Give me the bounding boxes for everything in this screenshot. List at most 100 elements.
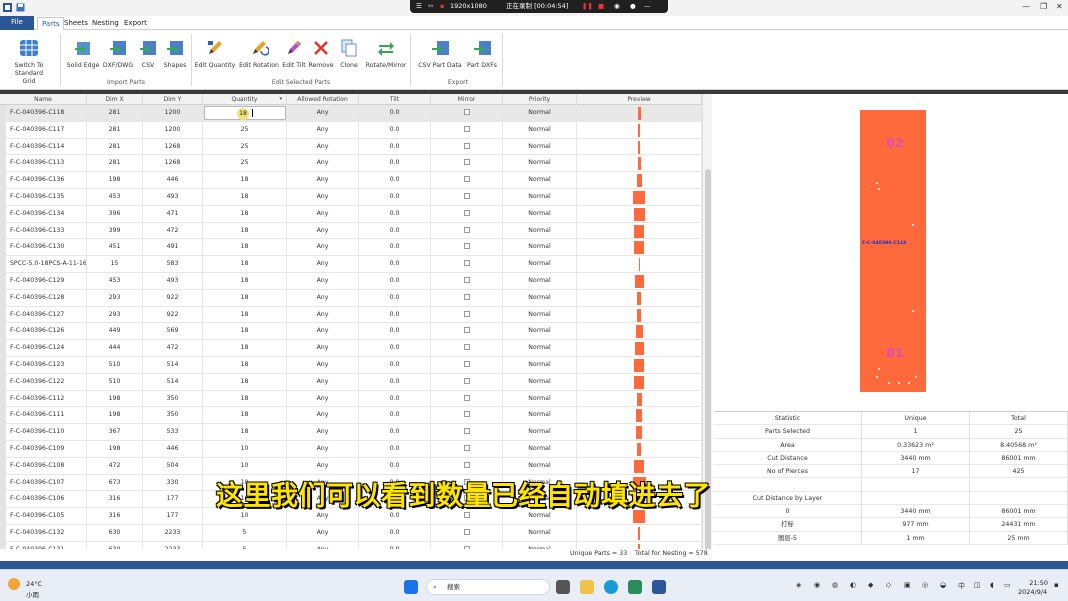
mirror-checkbox[interactable] xyxy=(463,344,470,351)
cell-rotation[interactable]: Any xyxy=(287,273,359,290)
export-csv-part-data-button[interactable]: CSV Part Data xyxy=(418,38,462,69)
cell-dimy[interactable]: 583 xyxy=(143,256,203,273)
mirror-checkbox[interactable] xyxy=(463,411,470,418)
record-settings-icon[interactable]: ● xyxy=(630,0,636,13)
tab-export[interactable]: Export xyxy=(120,17,151,30)
cell-priority[interactable]: Normal xyxy=(503,525,577,542)
cell-preview[interactable] xyxy=(577,273,702,290)
col-allowed-rotation[interactable]: Allowed Rotation xyxy=(287,94,359,105)
cell-dimy[interactable]: 472 xyxy=(143,340,203,357)
cell-preview[interactable] xyxy=(577,256,702,273)
col-tilt[interactable]: Tilt xyxy=(359,94,431,105)
cell-mirror[interactable] xyxy=(431,205,503,223)
cell-tilt[interactable]: 0.0 xyxy=(359,189,431,206)
cell-preview[interactable] xyxy=(577,222,702,240)
mirror-checkbox[interactable] xyxy=(463,461,470,468)
cell-quantity[interactable]: 18 xyxy=(203,424,287,441)
cell-tilt[interactable]: 0.0 xyxy=(359,172,431,189)
cell-dimx[interactable]: 630 xyxy=(87,525,143,542)
mirror-checkbox[interactable] xyxy=(463,142,470,149)
cell-mirror[interactable] xyxy=(431,189,503,206)
col-dimy[interactable]: Dim Y xyxy=(143,94,203,105)
cell-rotation[interactable]: Any xyxy=(287,541,359,549)
table-row[interactable]: SPCC-5.0-18PCS-A-11-16 15 583 18 Any 0.0 Norma… xyxy=(0,256,702,273)
cell-rotation[interactable]: Any xyxy=(287,373,359,391)
cell-mirror[interactable] xyxy=(431,407,503,425)
table-row[interactable]: F-C-040396-C129 453 493 18 Any 0.0 Normal xyxy=(0,273,702,290)
cell-name[interactable]: F-C-040396-C124 xyxy=(0,340,87,357)
import-shapes-button[interactable]: Shapes xyxy=(161,38,189,69)
language-indicator[interactable]: 中 xyxy=(958,581,965,591)
cell-dimy[interactable]: 493 xyxy=(143,273,203,290)
table-row[interactable]: F-C-040396-C132 630 2233 5 Any 0.0 Normal xyxy=(0,525,702,542)
tray-icon[interactable]: ◐ xyxy=(850,581,856,589)
save-icon[interactable] xyxy=(16,3,25,12)
cell-dimx[interactable]: 15 xyxy=(87,256,143,273)
cell-tilt[interactable]: 0.0 xyxy=(359,541,431,549)
cell-quantity[interactable]: 18 xyxy=(203,390,287,408)
col-priority[interactable]: Priority xyxy=(503,94,577,105)
cell-dimx[interactable]: 453 xyxy=(87,273,143,290)
mirror-checkbox[interactable] xyxy=(463,361,470,367)
mirror-checkbox[interactable] xyxy=(463,277,470,283)
cell-quantity[interactable]: 18 xyxy=(203,256,287,273)
table-row[interactable]: F-C-040396-C128 293 922 18 Any 0.0 Normal xyxy=(0,289,702,307)
tray-icon[interactable]: ▣ xyxy=(904,581,911,589)
table-row[interactable]: F-C-040396-C117 281 1200 25 Any 0.0 Normal xyxy=(0,121,702,139)
mirror-checkbox[interactable] xyxy=(463,293,470,300)
cell-name[interactable]: F-C-040396-C107 xyxy=(0,474,87,492)
table-row[interactable]: F-C-040396-C126 449 569 18 Any 0.0 Normal xyxy=(0,323,702,341)
cell-mirror[interactable] xyxy=(431,256,503,273)
cell-name[interactable]: F-C-040396-C133 xyxy=(0,222,87,240)
taskbar-search[interactable]: ⌕ 搜索 xyxy=(426,579,550,595)
cell-dimy[interactable]: 446 xyxy=(143,441,203,458)
battery-icon[interactable]: ▭ xyxy=(1004,581,1011,589)
cell-dimx[interactable]: 281 xyxy=(87,105,143,122)
edit-quantity-button[interactable]: Edit Quantity xyxy=(194,38,236,69)
table-row[interactable]: F-C-040396-C112 198 350 18 Any 0.0 Normal xyxy=(0,390,702,408)
cell-mirror[interactable] xyxy=(431,289,503,307)
cell-mirror[interactable] xyxy=(431,323,503,341)
cell-quantity[interactable]: 18 xyxy=(203,172,287,189)
cell-mirror[interactable] xyxy=(431,340,503,357)
cell-priority[interactable]: Normal xyxy=(503,306,577,324)
cell-mirror[interactable] xyxy=(431,138,503,156)
cell-tilt[interactable]: 0.0 xyxy=(359,256,431,273)
mirror-checkbox[interactable] xyxy=(463,125,470,132)
task-view-icon[interactable] xyxy=(556,580,570,594)
cell-preview[interactable] xyxy=(577,155,702,173)
nesting-app-icon[interactable] xyxy=(652,580,666,594)
camera-icon[interactable]: ◉ xyxy=(614,0,620,13)
cell-rotation[interactable]: Any xyxy=(287,323,359,341)
cell-dimx[interactable]: 472 xyxy=(87,457,143,475)
cell-rotation[interactable]: Any xyxy=(287,390,359,408)
cell-preview[interactable] xyxy=(577,457,702,475)
cell-name[interactable]: F-C-040396-C132 xyxy=(0,525,87,542)
cell-name[interactable]: F-C-040396-C131 xyxy=(0,541,87,549)
cell-dimx[interactable]: 316 xyxy=(87,491,143,509)
mirror-checkbox[interactable] xyxy=(463,310,470,317)
cell-rotation[interactable]: Any xyxy=(287,105,359,122)
mirror-checkbox[interactable] xyxy=(463,159,470,166)
cell-dimx[interactable]: 673 xyxy=(87,474,143,492)
cell-name[interactable]: F-C-040396-C127 xyxy=(0,306,87,324)
cell-quantity[interactable]: 18 xyxy=(203,222,287,240)
cell-tilt[interactable]: 0.0 xyxy=(359,205,431,223)
cell-rotation[interactable]: Any xyxy=(287,121,359,139)
cell-rotation[interactable]: Any xyxy=(287,457,359,475)
cell-mirror[interactable] xyxy=(431,541,503,549)
cell-mirror[interactable] xyxy=(431,105,503,122)
table-row[interactable]: F-C-040396-C136 198 446 18 Any 0.0 Normal xyxy=(0,172,702,189)
remove-button[interactable]: Remove xyxy=(308,38,334,69)
cell-name[interactable]: F-C-040396-C126 xyxy=(0,323,87,341)
cell-dimy[interactable]: 2233 xyxy=(143,541,203,549)
cell-dimx[interactable]: 198 xyxy=(87,407,143,425)
cell-quantity[interactable]: 25 xyxy=(203,155,287,173)
col-mirror[interactable]: Mirror xyxy=(431,94,503,105)
cell-quantity[interactable]: 25 xyxy=(203,138,287,156)
cell-preview[interactable] xyxy=(577,441,702,458)
cell-quantity[interactable]: 18 xyxy=(203,357,287,374)
cell-mirror[interactable] xyxy=(431,357,503,374)
cell-priority[interactable]: Normal xyxy=(503,340,577,357)
cell-dimy[interactable]: 177 xyxy=(143,491,203,509)
